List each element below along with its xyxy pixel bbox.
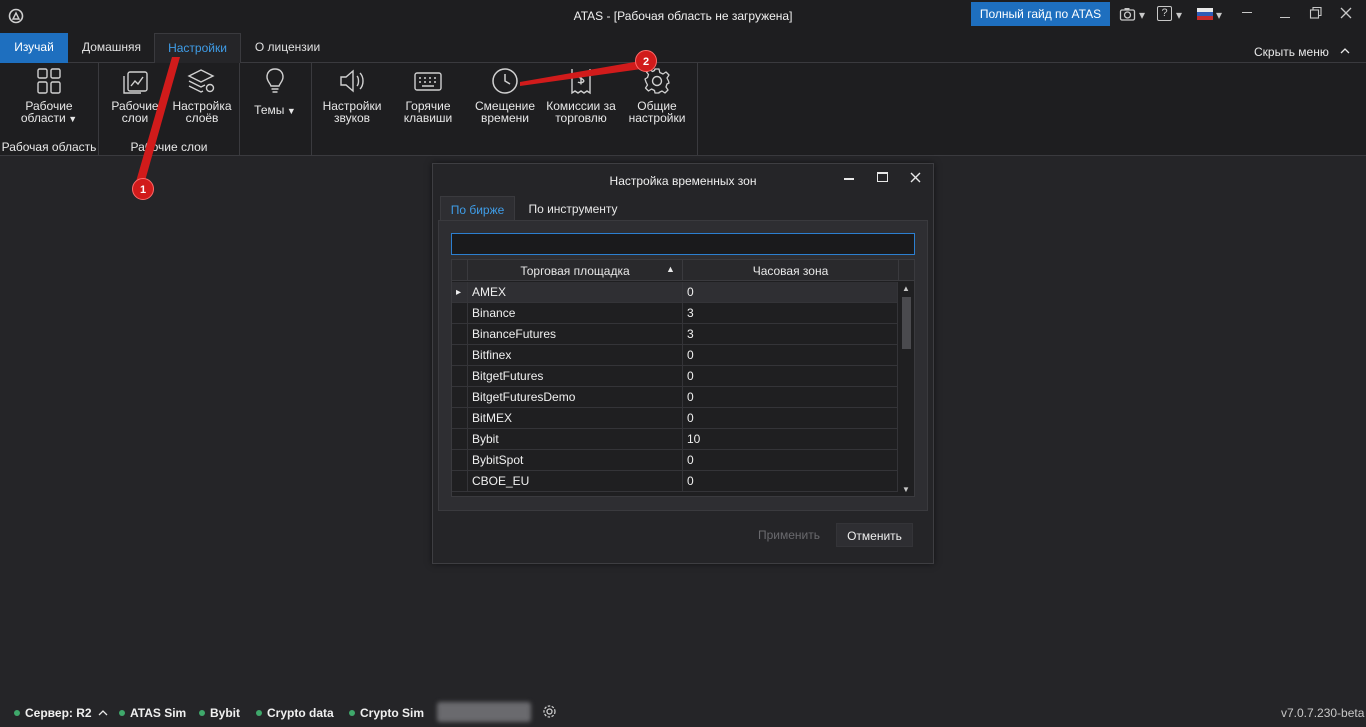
row-selector[interactable]: [452, 387, 468, 408]
timezone-cell[interactable]: 0: [683, 471, 898, 492]
dialog-maximize-icon[interactable]: [877, 172, 888, 182]
table-row[interactable]: BybitSpot 0: [452, 450, 898, 471]
timezone-cell[interactable]: 0: [683, 282, 898, 303]
connection-atas-sim[interactable]: ATAS Sim: [119, 706, 186, 720]
scroll-down-icon[interactable]: ▼: [902, 485, 910, 494]
row-selector[interactable]: [452, 408, 468, 429]
connection-label: Bybit: [210, 706, 240, 720]
cancel-button[interactable]: Отменить: [836, 523, 913, 547]
restore-icon[interactable]: [1309, 6, 1323, 20]
row-selector[interactable]: [452, 366, 468, 387]
venue-cell[interactable]: Bybit: [468, 429, 683, 450]
server-label: Сервер: R2: [25, 706, 92, 720]
help-icon[interactable]: ?: [1157, 6, 1172, 21]
apply-button[interactable]: Применить: [746, 523, 832, 547]
online-dot: [349, 710, 355, 716]
russian-flag-icon[interactable]: [1197, 8, 1213, 20]
timezone-cell[interactable]: 3: [683, 303, 898, 324]
annotation-marker-1: 1: [132, 178, 154, 200]
search-input[interactable]: [451, 233, 915, 255]
connection-crypto-data[interactable]: Crypto data: [256, 706, 334, 720]
venue-cell[interactable]: BitMEX: [468, 408, 683, 429]
tab-by-instrument[interactable]: По инструменту: [519, 196, 627, 221]
camera-dropdown-icon[interactable]: ▾: [1139, 8, 1145, 22]
tab-by-exchange[interactable]: По бирже: [440, 196, 515, 221]
sort-ascending-icon: ▲: [666, 264, 675, 274]
minimize-icon[interactable]: [1242, 12, 1252, 13]
connection-label: Crypto data: [267, 706, 334, 720]
timezone-cell[interactable]: 0: [683, 408, 898, 429]
timezone-cell[interactable]: 0: [683, 450, 898, 471]
table-row[interactable]: ▸ AMEX 0: [452, 282, 898, 303]
table-row[interactable]: BitgetFutures 0: [452, 366, 898, 387]
chevron-up-icon[interactable]: [97, 708, 109, 718]
online-dot: [256, 710, 262, 716]
table-row[interactable]: CBOE_EU 0: [452, 471, 898, 492]
online-dot: [119, 710, 125, 716]
timezone-cell[interactable]: 0: [683, 387, 898, 408]
help-dropdown-icon[interactable]: ▾: [1176, 8, 1182, 22]
scrollbar-thumb[interactable]: [902, 297, 911, 349]
venue-cell[interactable]: BitgetFutures: [468, 366, 683, 387]
timezone-cell[interactable]: 10: [683, 429, 898, 450]
table-row[interactable]: Bitfinex 0: [452, 345, 898, 366]
online-dot: [199, 710, 205, 716]
row-selector[interactable]: [452, 345, 468, 366]
dialog-close-icon[interactable]: [910, 172, 921, 183]
column-header-timezone[interactable]: Часовая зона: [683, 260, 899, 281]
row-selector[interactable]: [452, 471, 468, 492]
grid-scrollbar[interactable]: ▲ ▼: [899, 281, 913, 496]
venue-cell[interactable]: Bitfinex: [468, 345, 683, 366]
table-row[interactable]: Bybit 10: [452, 429, 898, 450]
annotation-marker-2: 2: [635, 50, 657, 72]
timezone-cell[interactable]: 3: [683, 324, 898, 345]
annotation-arrow-2: [520, 60, 648, 86]
connection-label: Crypto Sim: [360, 706, 425, 720]
close-icon[interactable]: [1340, 7, 1352, 19]
table-row[interactable]: Binance 3: [452, 303, 898, 324]
full-guide-button[interactable]: Полный гайд по ATAS: [971, 2, 1110, 26]
gear-icon[interactable]: [542, 704, 557, 719]
connection-crypto-sim[interactable]: Crypto Sim: [349, 706, 424, 720]
row-selector[interactable]: [452, 429, 468, 450]
collapse-icon[interactable]: [1280, 8, 1290, 18]
server-status[interactable]: Сервер: R2: [14, 706, 92, 720]
row-header-corner: [452, 260, 468, 281]
venue-cell[interactable]: CBOE_EU: [468, 471, 683, 492]
camera-icon[interactable]: [1119, 6, 1137, 22]
venue-cell[interactable]: AMEX: [468, 282, 683, 303]
grid-header: Торговая площадка ▲ Часовая зона: [452, 260, 914, 281]
venue-cell[interactable]: BitgetFuturesDemo: [468, 387, 683, 408]
annotation-arrow-1: [135, 57, 180, 188]
language-dropdown-icon[interactable]: ▾: [1216, 8, 1222, 22]
blurred-account-field: [437, 702, 531, 722]
venue-cell[interactable]: BybitSpot: [468, 450, 683, 471]
version-label: v7.0.7.230-beta: [1281, 706, 1365, 720]
timezone-grid: Торговая площадка ▲ Часовая зона ▸ AMEX 0 B…: [451, 259, 915, 497]
venue-cell[interactable]: Binance: [468, 303, 683, 324]
row-selector[interactable]: [452, 450, 468, 471]
chevron-up-icon[interactable]: [1339, 46, 1351, 56]
dialog-minimize-icon[interactable]: [844, 178, 854, 180]
column-timezone-label: Часовая зона: [752, 264, 829, 278]
table-row[interactable]: BitMEX 0: [452, 408, 898, 429]
scroll-up-icon[interactable]: ▲: [902, 284, 910, 293]
timezone-cell[interactable]: 0: [683, 345, 898, 366]
venue-cell[interactable]: BinanceFutures: [468, 324, 683, 345]
column-venue-label: Торговая площадка: [520, 264, 630, 278]
row-selector[interactable]: [452, 324, 468, 345]
timezone-cell[interactable]: 0: [683, 366, 898, 387]
row-selector[interactable]: [452, 303, 468, 324]
table-row[interactable]: BinanceFutures 3: [452, 324, 898, 345]
current-row-arrow-icon[interactable]: ▸: [452, 282, 468, 303]
hide-menu-button[interactable]: Скрыть меню: [1254, 45, 1329, 59]
dialog-title: Настройка временных зон: [609, 174, 757, 188]
column-header-venue[interactable]: Торговая площадка: [468, 260, 683, 281]
connection-bybit[interactable]: Bybit: [199, 706, 240, 720]
table-row[interactable]: BitgetFuturesDemo 0: [452, 387, 898, 408]
online-dot: [14, 710, 20, 716]
connection-label: ATAS Sim: [130, 706, 187, 720]
